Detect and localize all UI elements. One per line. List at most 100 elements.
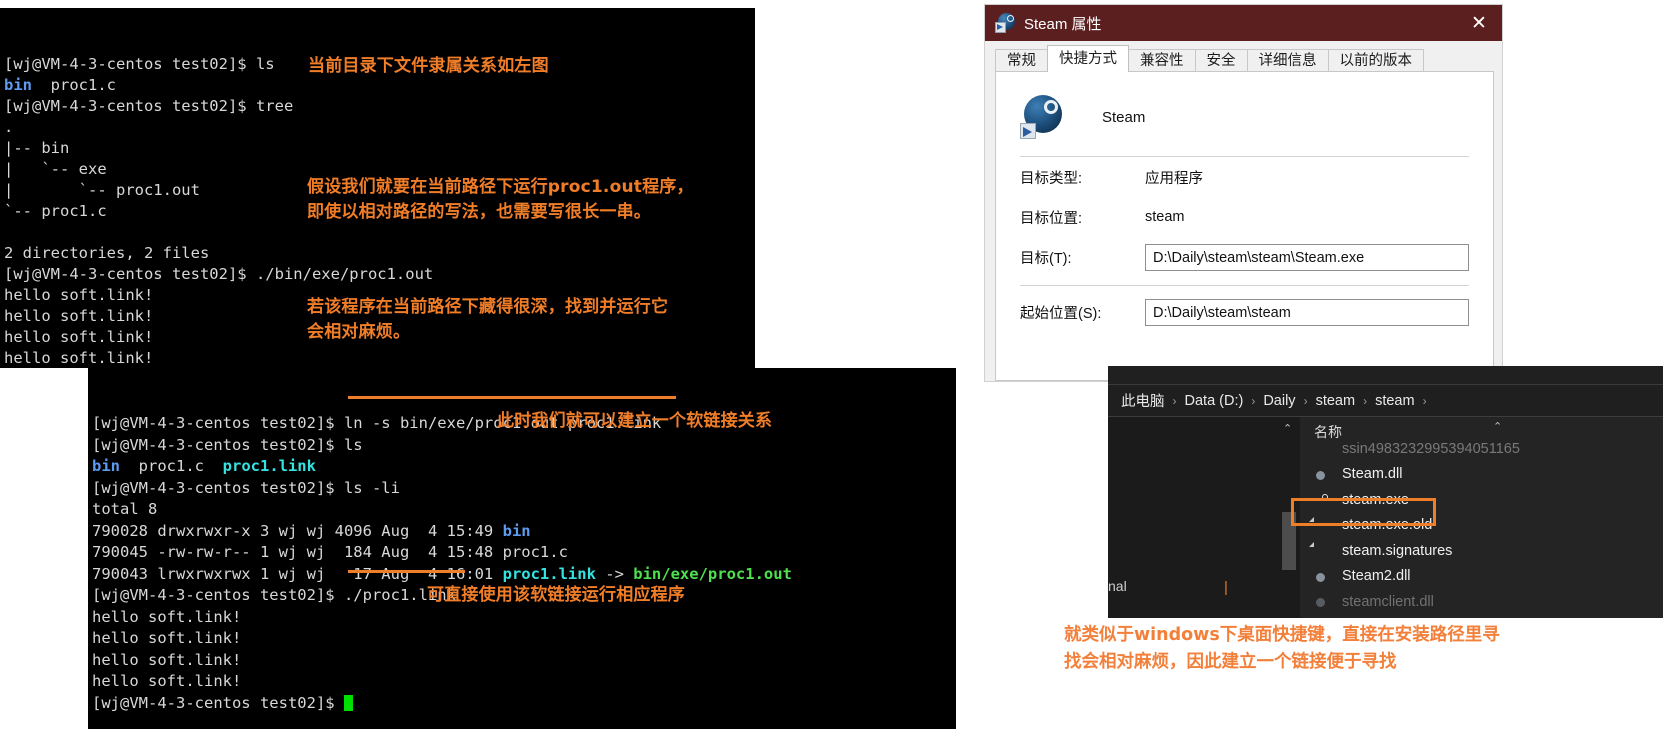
property-row: 目标位置: steam	[1020, 197, 1469, 237]
terminal-text: hello soft.link!	[4, 328, 154, 346]
file-list-item[interactable]: steam.exe.old	[1300, 513, 1663, 539]
terminal-line: .	[4, 117, 755, 138]
terminal-line: 790028 drwxrwxr-x 3 wj wj 4096 Aug 4 15:…	[92, 521, 956, 543]
explorer-toolbar-strip	[1108, 366, 1663, 384]
annotation-text: 可直接使用该软链接运行相应程序	[427, 585, 685, 605]
file-list-item[interactable]: ssin4983232995394051165	[1300, 436, 1663, 462]
terminal-line: hello soft.link!	[92, 650, 956, 672]
property-row: 起始位置(S): D:\Daily\steam\steam	[1020, 292, 1469, 332]
breadcrumb-item-4[interactable]: steam	[1372, 393, 1418, 409]
explorer-nav-pane[interactable]: nal |	[1108, 417, 1278, 618]
document-icon	[1314, 517, 1331, 534]
property-label: 目标位置:	[1020, 210, 1083, 227]
dll-icon	[1314, 466, 1331, 483]
bottom-caption-text: 就类似于windows下桌面快捷键，直接在安装路径里寻 找会相对麻烦，因此建立一…	[1064, 625, 1500, 672]
property-label: 目标类型:	[1020, 170, 1083, 187]
property-input-3[interactable]: D:\Daily\steam\steam	[1145, 298, 1469, 326]
breadcrumb-separator-icon: ›	[1172, 393, 1177, 408]
property-input-2[interactable]: D:\Daily\steam\steam\Steam.exe	[1145, 243, 1469, 271]
dialog-tab-strip: 常规 快捷方式 兼容性 安全 详细信息 以前的版本	[985, 41, 1502, 72]
terminal-text: [wj@VM-4-3-centos test02]$ ./bin/exe/pro…	[4, 265, 434, 283]
annotation-underline	[348, 396, 676, 399]
terminal-text: .	[4, 118, 14, 136]
steam-icon	[1314, 491, 1331, 508]
dialog-tab-4[interactable]: 详细信息	[1246, 49, 1329, 72]
file-name-label: ssin4983232995394051165	[1342, 440, 1520, 457]
terminal-line: bin proc1.c proc1.link	[92, 456, 956, 478]
terminal-text: | `-- exe	[4, 160, 107, 178]
terminal-line: total 8	[92, 499, 956, 521]
file-explorer-window: 此电脑 › Data (D:) › Daily › steam › steam › nal | ⌃…	[1108, 366, 1663, 618]
terminal-text: hello soft.link!	[92, 650, 242, 669]
file-name-label: steam.exe	[1342, 491, 1409, 508]
explorer-file-list-pane: 名称 ⌃ ssin4983232995394051165 Steam.dll ste…	[1300, 417, 1663, 618]
terminal-text: hello soft.link!	[4, 286, 154, 304]
scrollbar-thumb[interactable]	[1282, 512, 1296, 570]
terminal-line: [wj@VM-4-3-centos test02]$ ls	[92, 435, 956, 457]
breadcrumb-item-2[interactable]: Daily	[1260, 393, 1298, 409]
dll-icon	[1314, 593, 1331, 610]
terminal-cursor	[343, 694, 353, 711]
terminal-text: | `-- proc1.out	[4, 181, 200, 199]
breadcrumb[interactable]: 此电脑 › Data (D:) › Daily › steam › steam ›	[1108, 385, 1663, 416]
terminal-text: [wj@VM-4-3-centos test02]$	[92, 693, 344, 712]
terminal-text: bin	[502, 521, 531, 540]
annotation-text: 当前目录下文件隶属关系如左图	[308, 56, 549, 76]
annotation-text: 若该程序在当前路径下藏得很深，找到并运行它 会相对麻烦。	[307, 297, 669, 342]
terminal-line: 790045 -rw-rw-r-- 1 wj wj 184 Aug 4 15:4…	[92, 542, 956, 564]
dll-icon	[1314, 568, 1331, 585]
file-list: ssin4983232995394051165 Steam.dll steam.ex…	[1300, 436, 1663, 615]
breadcrumb-separator-icon: ›	[1363, 393, 1368, 408]
terminal-text: 790043 lrwxrwxrwx 1 wj wj 17 Aug 4 16:01	[92, 564, 503, 583]
screenshot-root: [wj@VM-4-3-centos test02]$ ls bin proc1.c…	[0, 0, 1663, 729]
dialog-title: Steam 属性	[1024, 15, 1102, 33]
terminal-text: [wj@VM-4-3-centos test02]$ ./proc1.link	[92, 586, 456, 604]
terminal-line: [wj@VM-4-3-centos test02]$ ls -li	[92, 478, 956, 500]
terminal-text: [wj@VM-4-3-centos test02]$ tree	[4, 97, 294, 115]
terminal-text: hello soft.link!	[92, 672, 242, 690]
file-name-label: Steam.dll	[1342, 466, 1403, 483]
file-list-item[interactable]: steam.exe	[1300, 487, 1663, 513]
terminal-text: bin	[4, 76, 32, 94]
breadcrumb-separator-icon: ›	[1422, 393, 1427, 408]
document-icon	[1314, 542, 1331, 559]
dialog-tab-3[interactable]: 安全	[1194, 49, 1248, 72]
steam-app-icon	[1020, 95, 1064, 139]
file-list-item[interactable]: Steam.dll	[1300, 462, 1663, 488]
property-value: 应用程序	[1145, 170, 1203, 187]
shortcut-tab-panel: Steam 目标类型: 应用程序 目标位置: steam 目标(T): D:\Daily\…	[995, 71, 1494, 381]
terminal-line: [wj@VM-4-3-centos test02]$ ./bin/exe/pro…	[4, 264, 755, 285]
file-list-item[interactable]: Steam2.dll	[1300, 564, 1663, 590]
chevron-up-icon[interactable]: ⌃	[1283, 422, 1292, 435]
breadcrumb-item-1[interactable]: Data (D:)	[1182, 393, 1247, 409]
terminal-text: ->	[595, 564, 634, 583]
folder-icon	[1314, 440, 1331, 457]
divider	[1020, 285, 1469, 286]
terminal-text: bin	[92, 457, 120, 475]
terminal-line: 2 directories, 2 files	[4, 243, 755, 264]
terminal-line: |-- bin	[4, 138, 755, 159]
dialog-tab-5[interactable]: 以前的版本	[1327, 49, 1424, 72]
file-name-label: steam.signatures	[1342, 542, 1453, 559]
dialog-tab-1[interactable]: 快捷方式	[1047, 45, 1129, 72]
terminal-text: 2 directories, 2 files	[4, 244, 210, 262]
terminal-text: total 8	[92, 500, 158, 518]
dialog-titlebar[interactable]: Steam 属性 ✕	[985, 5, 1502, 41]
terminal-text: [wj@VM-4-3-centos test02]$ ls -li	[92, 478, 400, 497]
breadcrumb-item-0[interactable]: 此电脑	[1118, 390, 1168, 411]
dialog-tab-2[interactable]: 兼容性	[1128, 49, 1196, 72]
explorer-content: nal | ⌃ 名称 ⌃ ssin4983232995394051165 Stea…	[1108, 417, 1663, 618]
terminal-line: [wj@VM-4-3-centos test02]$ tree	[4, 96, 755, 117]
breadcrumb-item-3[interactable]: steam	[1313, 393, 1359, 409]
property-row: 目标(T): D:\Daily\steam\steam\Steam.exe	[1020, 237, 1469, 277]
property-value: steam	[1145, 209, 1185, 225]
explorer-scrollbar[interactable]: ⌃	[1278, 417, 1300, 618]
dialog-tab-0[interactable]: 常规	[995, 49, 1048, 72]
annotation-text: 假设我们就要在当前路径下运行proc1.out程序， 即使以相对路径的写法，也需…	[307, 177, 694, 222]
file-list-item[interactable]: steamclient.dll	[1300, 589, 1663, 615]
terminal-text: hello soft.link!	[92, 629, 242, 647]
file-list-item[interactable]: steam.signatures	[1300, 538, 1663, 564]
terminal-text: proc1.c	[120, 457, 223, 475]
close-icon[interactable]: ✕	[1456, 5, 1502, 41]
